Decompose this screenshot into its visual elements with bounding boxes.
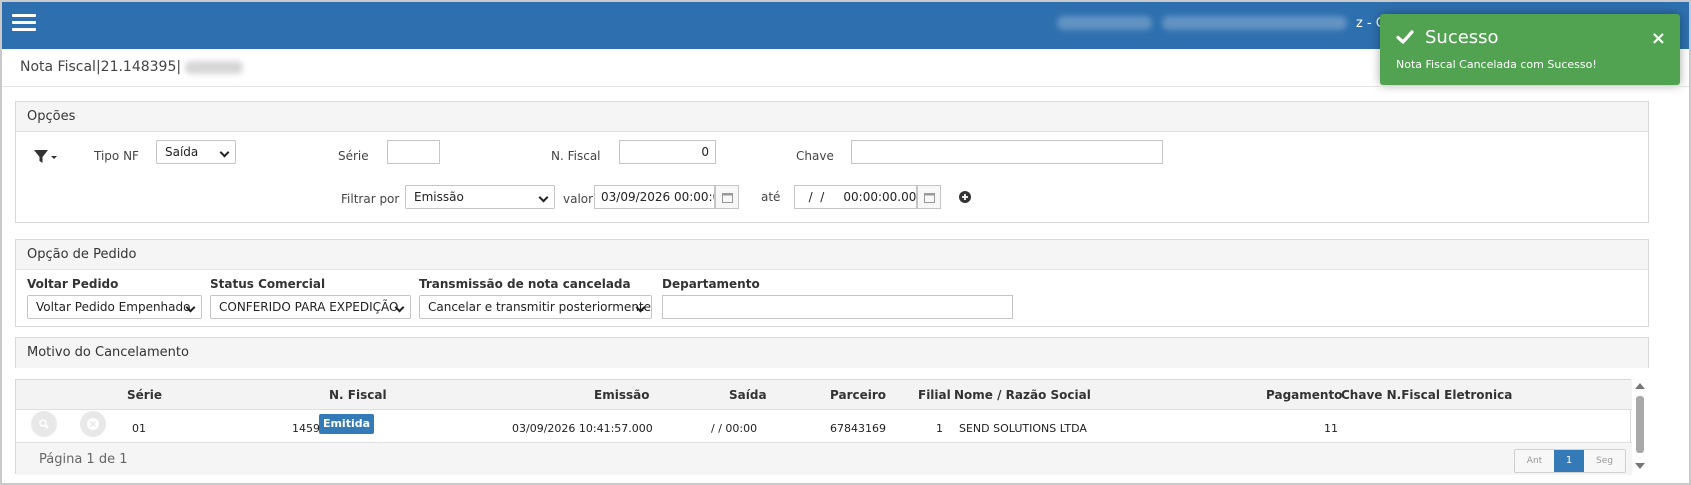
col-parceiro[interactable]: Parceiro xyxy=(830,388,886,402)
pagination-info: Página 1 de 1 xyxy=(39,452,128,467)
cell-parceiro: 67843169 xyxy=(830,422,886,435)
col-chave[interactable]: Chave N.Fiscal Eletronica xyxy=(1341,388,1512,402)
user-info-blurred xyxy=(1057,16,1152,30)
toast-message: Nota Fiscal Cancelada com Sucesso! xyxy=(1396,58,1597,71)
nfiscal-label: N. Fiscal xyxy=(551,149,601,163)
departamento-input[interactable] xyxy=(662,295,1013,319)
cell-serie: 01 xyxy=(132,422,146,435)
filtrar-select[interactable]: Emissão xyxy=(405,185,555,209)
col-emissao[interactable]: Emissão xyxy=(594,388,649,402)
cell-saida: / / 00:00 xyxy=(711,422,758,435)
cell-filial: 1 xyxy=(936,422,943,435)
options-heading: Opções xyxy=(16,102,1648,132)
calendar-icon[interactable] xyxy=(715,185,739,209)
nfiscal-input[interactable]: 0 xyxy=(619,140,716,164)
status-badge: Emitida xyxy=(319,414,374,434)
valor-label: valor xyxy=(563,192,594,206)
transmissao-label: Transmissão de nota cancelada xyxy=(419,277,631,291)
calendar-icon[interactable] xyxy=(917,185,941,209)
cell-nfiscal: 1459 xyxy=(292,422,320,435)
serie-label: Série xyxy=(338,149,369,163)
title-blurred xyxy=(185,60,244,74)
status-label: Status Comercial xyxy=(210,277,326,291)
col-pagamento[interactable]: Pagamento xyxy=(1266,388,1342,402)
page-1-button[interactable]: 1 xyxy=(1554,450,1584,472)
cell-pagamento: 11 xyxy=(1324,422,1338,435)
pagination: Ant 1 Seg xyxy=(1514,449,1626,473)
filter-icon[interactable] xyxy=(33,149,59,165)
page-title: Nota Fiscal|21.148395| xyxy=(20,59,244,75)
close-icon xyxy=(87,418,99,430)
status-select[interactable]: CONFERIDO PARA EXPEDIÇÃO xyxy=(210,295,411,319)
order-options-panel: Opção de Pedido Voltar Pedido Voltar Ped… xyxy=(15,239,1649,327)
filtrar-label: Filtrar por xyxy=(341,192,400,206)
ate-date-input[interactable]: / / 00:00:00.00 xyxy=(794,185,917,209)
grid-scrollbar[interactable] xyxy=(1634,379,1645,474)
company-info-blurred xyxy=(1162,16,1347,30)
scroll-down-icon[interactable] xyxy=(1635,463,1645,469)
chave-label: Chave xyxy=(796,149,834,163)
cancel-reason-panel[interactable]: Motivo do Cancelamento xyxy=(15,337,1649,368)
voltar-label: Voltar Pedido xyxy=(27,277,119,291)
departamento-label: Departamento xyxy=(662,277,760,291)
divider xyxy=(2,86,1689,87)
check-icon xyxy=(1396,30,1414,44)
grid-footer: Página 1 de 1 Ant 1 Seg xyxy=(16,442,1632,475)
scroll-thumb[interactable] xyxy=(1636,396,1644,453)
order-options-heading: Opção de Pedido xyxy=(16,240,1648,270)
close-icon[interactable]: × xyxy=(1651,28,1666,49)
transmissao-select[interactable]: Cancelar e transmitir posteriormente xyxy=(419,295,652,319)
invoice-grid: Série N. Fiscal Emissão Saída Parceiro F… xyxy=(15,379,1632,475)
col-nfiscal[interactable]: N. Fiscal xyxy=(329,388,387,402)
add-filter-icon[interactable] xyxy=(959,191,971,203)
col-filial[interactable]: Filial xyxy=(918,388,951,402)
delete-button[interactable] xyxy=(80,411,106,437)
options-panel: Opções Tipo NF Saída Série N. Fiscal 0 C… xyxy=(15,101,1649,223)
ate-label: até xyxy=(761,190,781,204)
search-icon xyxy=(39,419,49,429)
valor-date-input[interactable]: 03/09/2026 00:00:0 xyxy=(594,185,715,209)
cell-nome: SEND SOLUTIONS LTDA xyxy=(959,422,1087,435)
col-nome[interactable]: Nome / Razão Social xyxy=(954,388,1091,402)
chave-input[interactable] xyxy=(851,140,1163,164)
cancel-reason-heading: Motivo do Cancelamento xyxy=(16,338,1648,368)
next-page-button[interactable]: Seg xyxy=(1584,450,1625,472)
grid-header: Série N. Fiscal Emissão Saída Parceiro F… xyxy=(16,380,1632,410)
tipo-nf-select[interactable]: Saída xyxy=(156,140,236,164)
page-title-text: Nota Fiscal|21.148395| xyxy=(20,59,182,75)
col-serie[interactable]: Série xyxy=(127,388,162,402)
prev-page-button[interactable]: Ant xyxy=(1515,450,1554,472)
menu-icon[interactable] xyxy=(12,14,36,32)
cell-emissao: 03/09/2026 10:41:57.000 xyxy=(512,422,653,435)
tipo-nf-label: Tipo NF xyxy=(94,149,139,163)
toast-title: Sucesso xyxy=(1425,27,1499,48)
view-button[interactable] xyxy=(31,411,57,437)
scroll-up-icon[interactable] xyxy=(1635,383,1645,389)
success-toast: Sucesso × Nota Fiscal Cancelada com Suce… xyxy=(1380,14,1680,85)
voltar-select[interactable]: Voltar Pedido Empenhado xyxy=(27,295,202,319)
col-saida[interactable]: Saída xyxy=(729,388,767,402)
serie-input[interactable] xyxy=(387,140,440,164)
